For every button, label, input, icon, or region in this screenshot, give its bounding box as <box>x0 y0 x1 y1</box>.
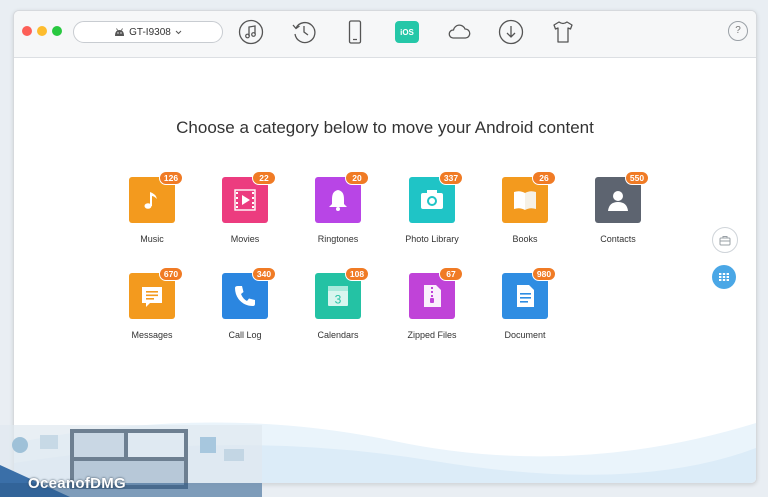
toolbar: GT-I9308 iOS ? <box>14 11 756 58</box>
category-contacts[interactable]: 550 Contacts <box>572 171 664 244</box>
count-badge: 67 <box>439 267 463 281</box>
category-tile: 67 <box>409 267 463 319</box>
category-tile: 22 <box>222 171 276 223</box>
help-label: ? <box>735 25 741 36</box>
category-messages[interactable]: 670 Messages <box>106 267 198 340</box>
history-button[interactable] <box>291 19 317 45</box>
count-badge: 26 <box>532 171 556 185</box>
category-label: Calendars <box>317 330 359 340</box>
music-manager-button[interactable] <box>238 19 264 45</box>
close-window-button[interactable] <box>22 26 32 36</box>
count-badge: 980 <box>532 267 556 281</box>
ios-label: iOS <box>400 27 414 37</box>
ios-mover-button[interactable]: iOS <box>395 21 419 43</box>
music-note-icon <box>139 187 165 213</box>
download-button[interactable] <box>498 19 524 45</box>
category-document[interactable]: 980 Document <box>479 267 571 340</box>
category-tile: 340 <box>222 267 276 319</box>
count-badge: 108 <box>345 267 369 281</box>
category-movies[interactable]: 22 Movies <box>199 171 291 244</box>
category-view-button[interactable] <box>712 265 736 289</box>
phone-outline-icon <box>348 20 362 44</box>
grid-icon <box>719 273 729 281</box>
count-badge: 22 <box>252 171 276 185</box>
category-label: Document <box>504 330 546 340</box>
cloud-icon <box>448 24 471 39</box>
count-badge: 337 <box>439 171 463 185</box>
device-name: GT-I9308 <box>129 26 171 38</box>
page-title: Choose a category below to move your And… <box>176 118 594 137</box>
music-circle-icon <box>238 19 264 45</box>
tshirt-icon <box>553 21 573 43</box>
cloud-button[interactable] <box>446 19 472 45</box>
person-icon <box>605 187 631 213</box>
briefcase-icon <box>719 235 731 245</box>
document-icon <box>512 283 538 309</box>
zip-icon <box>419 283 445 309</box>
calendar-icon: 3 <box>325 283 351 309</box>
export-side-button[interactable] <box>712 227 738 253</box>
message-icon <box>139 283 165 309</box>
count-badge: 550 <box>625 171 649 185</box>
category-tile: 337 <box>409 171 463 223</box>
count-badge: 126 <box>159 171 183 185</box>
category-books[interactable]: 26 Books <box>479 171 571 244</box>
category-tile: 126 <box>129 171 183 223</box>
count-badge: 670 <box>159 267 183 281</box>
category-label: Books <box>512 234 538 244</box>
device-manager-button[interactable] <box>342 19 368 45</box>
category-label: Contacts <box>600 234 636 244</box>
category-photo-library[interactable]: 337 Photo Library <box>386 171 478 244</box>
category-tile: 550 <box>595 171 649 223</box>
count-badge: 340 <box>252 267 276 281</box>
app-window: GT-I9308 iOS ? Choose a category below t… <box>13 10 757 484</box>
android-icon <box>114 27 125 37</box>
category-label: Messages <box>131 330 173 340</box>
category-label: Photo Library <box>405 234 459 244</box>
watermark-text: OceanofDMG <box>28 475 127 492</box>
category-label: Movies <box>230 234 260 244</box>
download-circle-icon <box>498 19 524 45</box>
minimize-window-button[interactable] <box>37 26 47 36</box>
calendar-day: 3 <box>335 293 342 307</box>
category-tile: 980 <box>502 267 556 319</box>
phone-icon <box>232 283 258 309</box>
category-label: Music <box>140 234 164 244</box>
device-selector[interactable]: GT-I9308 <box>73 21 223 43</box>
category-ringtones[interactable]: 20 Ringtones <box>292 171 384 244</box>
watermark-banner: OceanofDMG <box>0 425 262 497</box>
category-label: Call Log <box>228 330 262 340</box>
category-tile: 20 <box>315 171 369 223</box>
film-icon <box>232 187 258 213</box>
category-tile: 3 108 <box>315 267 369 319</box>
count-badge: 20 <box>345 171 369 185</box>
category-tile: 26 <box>502 171 556 223</box>
camera-icon <box>419 187 445 213</box>
zoom-window-button[interactable] <box>52 26 62 36</box>
category-label: Ringtones <box>317 234 359 244</box>
category-zipped-files[interactable]: 67 Zipped Files <box>386 267 478 340</box>
chevron-down-icon <box>175 30 182 35</box>
bell-icon <box>325 187 351 213</box>
category-music[interactable]: 126 Music <box>106 171 198 244</box>
category-label: Zipped Files <box>407 330 457 340</box>
category-call-log[interactable]: 340 Call Log <box>199 267 291 340</box>
category-calendars[interactable]: 3 108 Calendars <box>292 267 384 340</box>
book-icon <box>512 187 538 213</box>
category-tile: 670 <box>129 267 183 319</box>
toolkit-button[interactable] <box>550 19 576 45</box>
help-button[interactable]: ? <box>728 21 748 41</box>
history-clock-icon <box>292 21 316 44</box>
